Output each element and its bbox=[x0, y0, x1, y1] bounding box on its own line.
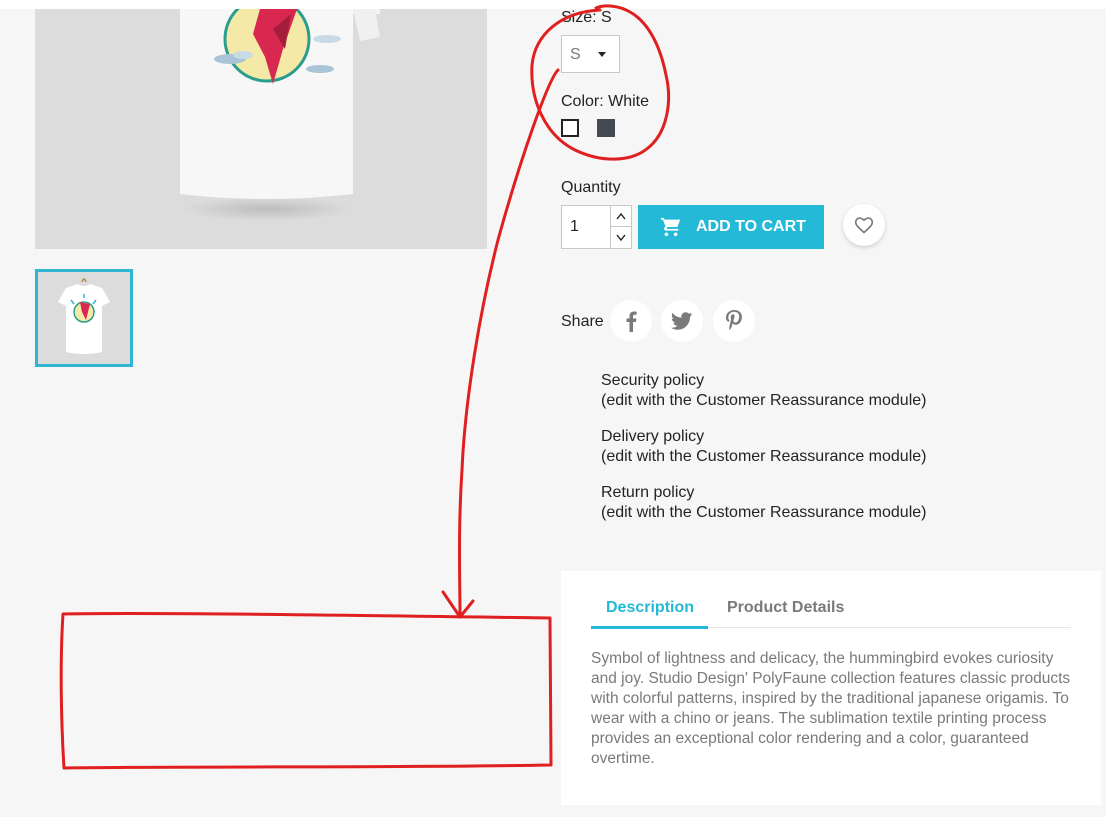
tab-active-indicator bbox=[591, 626, 708, 629]
size-select[interactable]: S bbox=[561, 35, 620, 73]
wishlist-button[interactable] bbox=[843, 204, 885, 246]
top-strip bbox=[0, 0, 1106, 9]
reassurance-item-security: Security policy (edit with the Customer … bbox=[601, 371, 926, 411]
reassurance-item-delivery: Delivery policy (edit with the Customer … bbox=[601, 427, 926, 467]
reassurance-subtitle: (edit with the Customer Reassurance modu… bbox=[601, 504, 927, 521]
heart-icon bbox=[854, 217, 874, 234]
share-pinterest-button[interactable] bbox=[713, 300, 755, 342]
quantity-label: Quantity bbox=[561, 179, 621, 196]
annotation-rectangle bbox=[59, 611, 553, 770]
chevron-down-icon bbox=[616, 234, 626, 242]
color-swatch-grey[interactable] bbox=[597, 119, 615, 137]
quantity-stepper bbox=[561, 205, 632, 249]
caret-down-icon bbox=[598, 52, 606, 57]
color-label: Color: White bbox=[561, 93, 650, 110]
product-main-image[interactable] bbox=[35, 9, 487, 249]
quantity-decrease-button[interactable] bbox=[610, 227, 631, 248]
size-value: S bbox=[570, 46, 581, 63]
reassurance-title: Delivery policy bbox=[601, 428, 705, 445]
chevron-up-icon bbox=[616, 212, 626, 220]
reassurance-item-return: Return policy (edit with the Customer Re… bbox=[601, 483, 926, 523]
color-swatch-white[interactable] bbox=[561, 119, 579, 137]
size-label: Size: S bbox=[561, 9, 612, 26]
annotation-arrowhead bbox=[441, 590, 475, 619]
tab-product-details[interactable]: Product Details bbox=[727, 599, 844, 617]
tab-description[interactable]: Description bbox=[606, 599, 694, 617]
twitter-icon bbox=[671, 312, 693, 330]
share-twitter-button[interactable] bbox=[661, 300, 703, 342]
product-description: Symbol of lightness and delicacy, the hu… bbox=[591, 650, 1071, 767]
add-to-cart-button[interactable]: ADD TO CART bbox=[638, 205, 824, 249]
reassurance-title: Security policy bbox=[601, 372, 705, 389]
facebook-icon bbox=[626, 311, 637, 332]
reassurance-subtitle: (edit with the Customer Reassurance modu… bbox=[601, 448, 927, 465]
add-to-cart-label: ADD TO CART bbox=[696, 218, 806, 235]
share-label: Share bbox=[561, 313, 604, 330]
product-thumbnail[interactable] bbox=[35, 269, 133, 367]
quantity-increase-button[interactable] bbox=[610, 206, 631, 227]
share-facebook-button[interactable] bbox=[610, 300, 652, 342]
pinterest-icon bbox=[726, 310, 742, 331]
quantity-input[interactable] bbox=[562, 206, 610, 248]
reassurance-subtitle: (edit with the Customer Reassurance modu… bbox=[601, 392, 927, 409]
reassurance-title: Return policy bbox=[601, 484, 695, 501]
cart-icon bbox=[660, 217, 681, 237]
